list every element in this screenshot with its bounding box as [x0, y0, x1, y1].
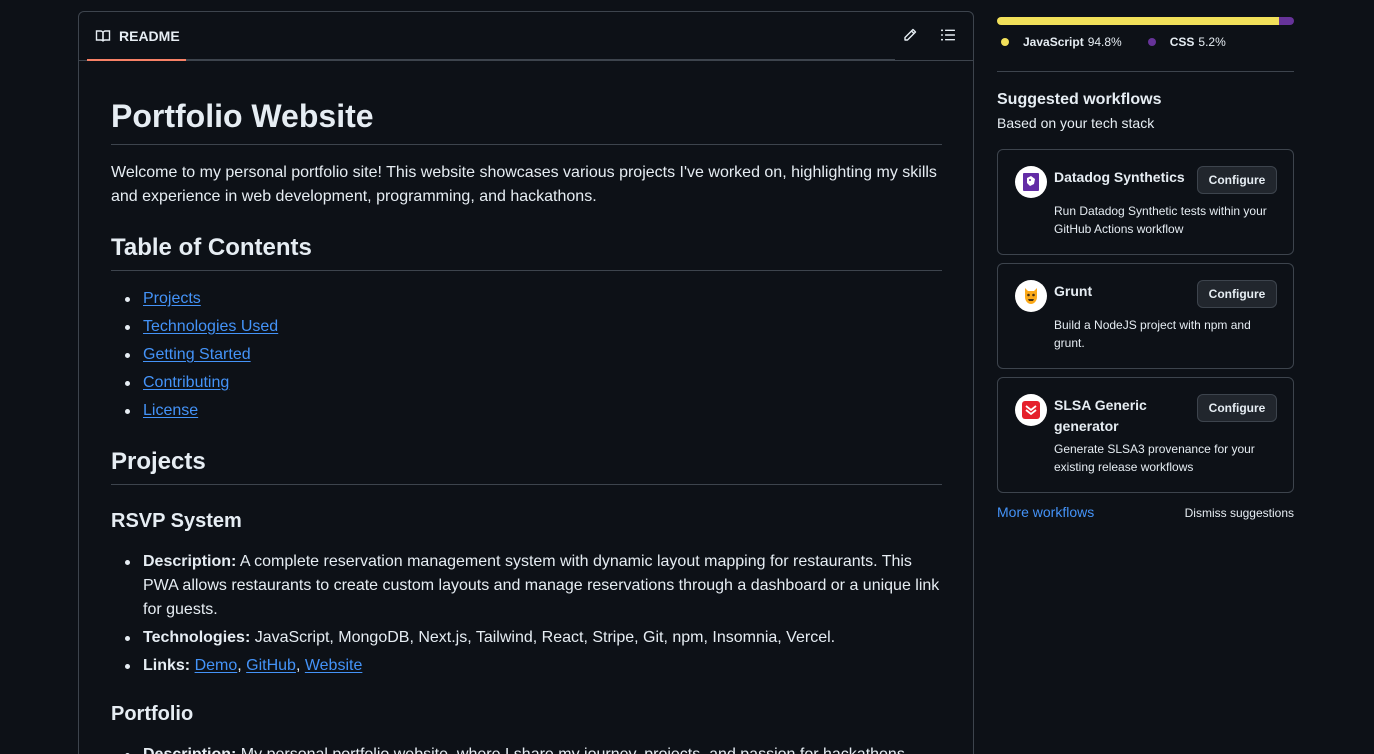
description-label: Description: — [143, 553, 237, 570]
links-label: Links: — [143, 657, 191, 674]
dismiss-suggestions-button[interactable]: Dismiss suggestions — [1185, 504, 1294, 522]
language-list: JavaScript 94.8% CSS 5.2% — [997, 33, 1226, 51]
technologies-label: Technologies: — [143, 629, 251, 646]
book-icon — [95, 28, 111, 44]
language-css[interactable]: CSS 5.2% — [1144, 33, 1226, 51]
rsvp-heading: RSVP System — [111, 510, 242, 532]
language-name: JavaScript — [1023, 35, 1084, 49]
toc-heading: Table of Contents — [111, 233, 942, 271]
rsvp-links: Links: Demo, GitHub, Website — [125, 654, 942, 678]
portfolio-details: Description: My personal portfolio websi… — [111, 743, 942, 754]
workflow-description: Build a NodeJS project with npm and grun… — [1054, 318, 1251, 350]
more-workflows-link[interactable]: More workflows — [997, 503, 1094, 521]
language-percent: 5.2% — [1198, 35, 1226, 49]
toc-link-projects[interactable]: Projects — [143, 290, 201, 307]
language-color-dot — [1001, 38, 1009, 46]
rsvp-details: Description: A complete reservation mana… — [111, 550, 942, 678]
rsvp-technologies: Technologies: JavaScript, MongoDB, Next.… — [125, 626, 942, 650]
readme-header: README — [79, 12, 973, 61]
readme-tab-label: README — [119, 27, 180, 44]
portfolio-description: Description: My personal portfolio websi… — [125, 743, 942, 754]
language-bar — [997, 17, 1294, 25]
configure-button[interactable]: Configure — [1197, 280, 1277, 308]
toc-list: Projects Technologies Used Getting Start… — [111, 287, 942, 423]
toc-item: License — [125, 399, 942, 423]
toc-link-contributing[interactable]: Contributing — [143, 374, 229, 391]
suggested-workflows-subtitle: Based on your tech stack — [997, 115, 1155, 131]
workflow-name: SLSA Generic generator — [1054, 397, 1147, 434]
description-text: My personal portfolio website, where I s… — [236, 746, 910, 754]
toc-link-technologies[interactable]: Technologies Used — [143, 318, 278, 335]
description-text: A complete reservation management system… — [143, 553, 940, 618]
readme-title: Portfolio Website — [111, 96, 942, 145]
workflow-name: Grunt — [1054, 283, 1093, 299]
link-separator: , — [295, 657, 305, 674]
readme-panel: README Portfolio Website Welcome to my p… — [78, 11, 974, 754]
configure-button[interactable]: Configure — [1197, 394, 1277, 422]
readme-tab[interactable]: README — [87, 12, 186, 61]
outline-button[interactable] — [937, 26, 959, 48]
pencil-icon — [902, 27, 918, 48]
workflow-card-datadog: Datadog Synthetics Run Datadog Synthetic… — [997, 149, 1294, 255]
toc-link-getting-started[interactable]: Getting Started — [143, 346, 251, 363]
projects-heading: Projects — [111, 447, 942, 485]
workflow-description: Run Datadog Synthetic tests within your … — [1054, 204, 1267, 236]
workflow-description: Generate SLSA3 provenance for your exist… — [1054, 442, 1255, 474]
workflow-card-grunt: Grunt Build a NodeJS project with npm an… — [997, 263, 1294, 369]
readme-intro: Welcome to my personal portfolio site! T… — [111, 164, 937, 205]
readme-content: Portfolio Website Welcome to my personal… — [111, 96, 942, 754]
edit-readme-button[interactable] — [899, 26, 921, 48]
demo-link[interactable]: Demo — [195, 657, 238, 674]
configure-button[interactable]: Configure — [1197, 166, 1277, 194]
github-link[interactable]: GitHub — [246, 657, 296, 674]
toc-item: Getting Started — [125, 343, 942, 367]
website-link[interactable]: Website — [305, 657, 363, 674]
workflow-name: Datadog Synthetics — [1054, 169, 1185, 185]
link-separator: , — [237, 657, 247, 674]
toc-item: Projects — [125, 287, 942, 311]
header-divider — [186, 59, 895, 60]
list-unordered-icon — [940, 27, 956, 48]
rsvp-description: Description: A complete reservation mana… — [125, 550, 942, 622]
description-label: Description: — [143, 746, 236, 754]
suggested-workflows-title: Suggested workflows — [997, 91, 1162, 108]
language-bar-css — [1278, 17, 1294, 25]
toc-item: Technologies Used — [125, 315, 942, 339]
portfolio-heading: Portfolio — [111, 703, 194, 725]
language-bar-javascript — [997, 17, 1279, 25]
language-javascript[interactable]: JavaScript 94.8% — [997, 33, 1122, 51]
technologies-text: JavaScript, MongoDB, Next.js, Tailwind, … — [250, 629, 836, 646]
toc-link-license[interactable]: License — [143, 402, 198, 419]
language-color-dot — [1147, 38, 1156, 46]
sidebar-divider — [997, 71, 1294, 72]
toc-item: Contributing — [125, 371, 942, 395]
slsa-icon — [1015, 394, 1047, 426]
grunt-icon — [1015, 280, 1047, 312]
language-name: CSS — [1169, 35, 1195, 49]
datadog-icon — [1015, 166, 1047, 198]
workflow-card-slsa: SLSA Generic generator Generate SLSA3 pr… — [997, 377, 1294, 493]
language-percent: 94.8% — [1087, 35, 1122, 49]
